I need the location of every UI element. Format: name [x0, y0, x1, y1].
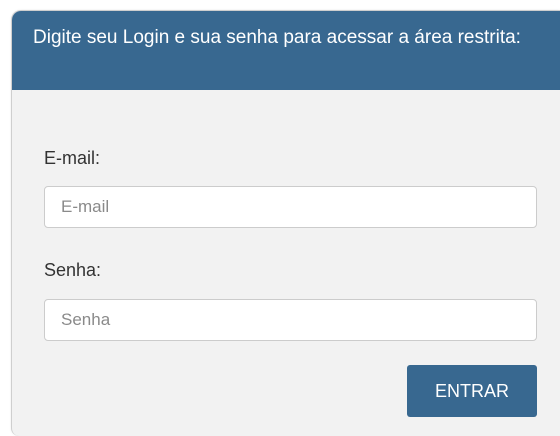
- email-label: E-mail:: [44, 148, 101, 168]
- password-field[interactable]: [44, 299, 537, 341]
- login-panel-header: Digite seu Login e sua senha para acessa…: [12, 11, 560, 90]
- email-field[interactable]: [44, 186, 537, 228]
- login-instructions: Digite seu Login e sua senha para acessa…: [33, 27, 521, 48]
- login-submit-button[interactable]: ENTRAR: [407, 365, 537, 417]
- password-label: Senha:: [44, 260, 102, 280]
- login-panel: Digite seu Login e sua senha para acessa…: [11, 10, 560, 436]
